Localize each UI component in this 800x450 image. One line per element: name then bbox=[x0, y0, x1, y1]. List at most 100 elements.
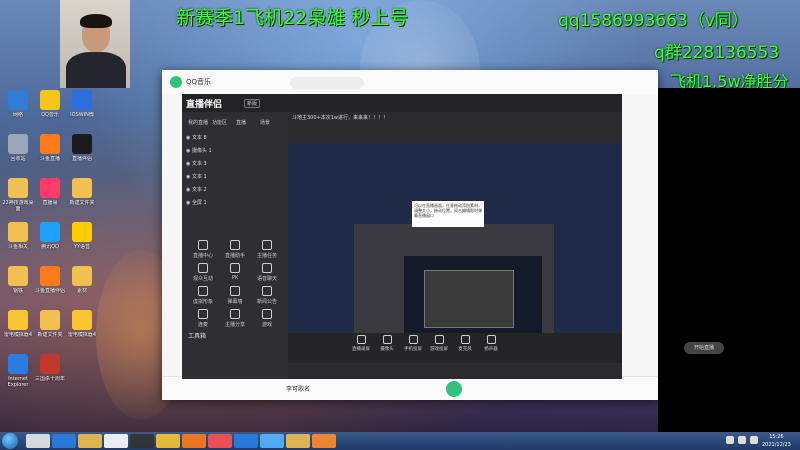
bottom-tool-icon bbox=[460, 335, 470, 344]
desktop-icon[interactable]: 直播伴侣 bbox=[66, 134, 98, 168]
desktop-app-icon bbox=[8, 310, 28, 330]
desktop-icon[interactable]: 腾讯QQ bbox=[34, 222, 66, 256]
desktop-icon-label: 回收站 bbox=[10, 156, 26, 162]
scene-row[interactable]: ◉ 文本 8 bbox=[186, 134, 284, 144]
desktop-app-icon bbox=[72, 90, 92, 110]
tool-icon bbox=[198, 240, 208, 250]
desktop-icon-label: 斗鱼直播 bbox=[39, 156, 60, 162]
desktop-icon[interactable]: 钢铁 bbox=[2, 266, 34, 300]
taskbar-app-icon[interactable] bbox=[182, 434, 206, 448]
tool-item[interactable]: PK bbox=[220, 263, 250, 281]
tool-label: 主播分享 bbox=[224, 322, 245, 328]
desktop-icon[interactable]: 新建文件夹 bbox=[66, 178, 98, 212]
desktop-icon-label: IOSWIN微 bbox=[70, 112, 94, 118]
hint-tooltip: 可以在直播画面，任意拖动添加素材，调整大小，拖动位置，双击编辑即时弹幕直播窗口 bbox=[412, 201, 484, 227]
bottom-tool[interactable]: 扬声器 bbox=[476, 335, 506, 352]
desktop-icon[interactable]: Internet Explorer bbox=[2, 354, 34, 388]
desktop-icon[interactable]: IOSWIN微 bbox=[66, 90, 98, 124]
taskbar-app-icon[interactable] bbox=[52, 434, 76, 448]
tool-icon bbox=[262, 286, 272, 296]
qq-music-logo-icon bbox=[170, 76, 182, 88]
desktop-icon[interactable]: 斗鱼相关 bbox=[2, 222, 34, 256]
desktop-icon[interactable]: 雷电模拟器4 bbox=[66, 310, 98, 344]
tool-item[interactable]: 新闻公告 bbox=[252, 286, 282, 305]
tool-item[interactable]: 语音聊天 bbox=[252, 263, 282, 282]
live-preview[interactable]: 可以在直播画面，任意拖动添加素材，调整大小，拖动位置，双击编辑即时弹幕直播窗口 bbox=[288, 143, 622, 333]
taskbar-app-icon[interactable] bbox=[260, 434, 284, 448]
nested-preview-window bbox=[424, 270, 514, 328]
desktop-icon[interactable]: 直播易 bbox=[34, 178, 66, 212]
desktop-app-icon bbox=[72, 134, 92, 154]
taskbar-app-icon[interactable] bbox=[286, 434, 310, 448]
tool-icon bbox=[262, 309, 272, 319]
scene-label: 文本 1 bbox=[191, 174, 207, 180]
desktop-app-icon bbox=[40, 222, 60, 242]
scene-label: 全屏 1 bbox=[191, 200, 207, 206]
desktop-icon[interactable]: QQ音乐 bbox=[34, 90, 66, 124]
taskbar-app-icon[interactable] bbox=[312, 434, 336, 448]
tool-item[interactable]: 虚拟形象 bbox=[188, 286, 218, 305]
taskbar-app-icon[interactable] bbox=[26, 434, 50, 448]
tool-item[interactable]: 直播助手 bbox=[220, 240, 250, 259]
taskbar-clock[interactable]: 15:26 2021/12/23 bbox=[762, 433, 791, 449]
scene-row[interactable]: ◉ 全屏 1 bbox=[186, 199, 284, 209]
live-tab[interactable]: 功能区 bbox=[212, 119, 227, 126]
taskbar-app-icon[interactable] bbox=[104, 434, 128, 448]
tool-item[interactable]: 游戏 bbox=[252, 309, 282, 328]
tool-label: PK bbox=[231, 275, 239, 281]
desktop-icon[interactable]: 22神技游戏桌面 bbox=[2, 178, 34, 212]
tool-item[interactable]: 观众互动 bbox=[188, 263, 218, 282]
scene-row[interactable]: ◉ 摄像头 1 bbox=[186, 147, 284, 157]
desktop-icon[interactable]: 素材 bbox=[66, 266, 98, 300]
desktop-icon[interactable]: 回收站 bbox=[2, 134, 34, 168]
live-companion-window[interactable]: 直播伴侣 新版 我的直播 功能区 直播 场景 ◉ 文本 8 ◉ 摄像头 1 ◉ 文本 3 ◉… bbox=[182, 94, 724, 379]
tray-volume-icon[interactable] bbox=[738, 436, 746, 444]
desktop-icon[interactable]: 斗鱼直播伴侣 bbox=[34, 266, 66, 300]
desktop-app-icon bbox=[8, 178, 28, 198]
taskbar-app-icon[interactable] bbox=[156, 434, 180, 448]
qq-music-titlebar: QQ音乐 bbox=[162, 70, 658, 94]
desktop-app-icon bbox=[72, 266, 92, 286]
desktop-app-icon bbox=[72, 178, 92, 198]
live-tab[interactable]: 我的直播 bbox=[188, 119, 208, 126]
tool-item[interactable]: 连麦 bbox=[188, 309, 218, 328]
play-pause-button[interactable] bbox=[446, 381, 462, 397]
desktop-app-icon bbox=[8, 134, 28, 154]
side-panel bbox=[658, 88, 800, 432]
tool-icon bbox=[262, 240, 272, 250]
tool-icon bbox=[262, 263, 272, 273]
desktop-icon[interactable]: 雷电模拟器4 bbox=[2, 310, 34, 344]
start-button[interactable] bbox=[2, 433, 18, 449]
desktop-icon-label: YY语音 bbox=[73, 244, 91, 250]
bottom-tool-icon bbox=[486, 335, 496, 344]
qq-music-search-input[interactable] bbox=[290, 77, 364, 89]
live-tab[interactable]: 场景 bbox=[260, 119, 270, 126]
taskbar-app-icon[interactable] bbox=[130, 434, 154, 448]
taskbar-app-icon[interactable] bbox=[234, 434, 258, 448]
desktop-icon[interactable]: YY语音 bbox=[66, 222, 98, 256]
taskbar-app-icon[interactable] bbox=[78, 434, 102, 448]
live-app-name: 直播伴侣 bbox=[186, 100, 223, 110]
tool-item[interactable]: 主播任务 bbox=[252, 240, 282, 259]
live-tab[interactable]: 直播 bbox=[236, 119, 246, 126]
bottom-tool-icon bbox=[434, 335, 444, 344]
desktop-icon[interactable]: 网络 bbox=[2, 90, 34, 124]
tool-item[interactable]: 主播分享 bbox=[220, 309, 250, 328]
scene-row[interactable]: ◉ 文本 3 bbox=[186, 160, 284, 170]
desktop-icon[interactable]: 斗鱼直播 bbox=[34, 134, 66, 168]
tray-network-icon[interactable] bbox=[726, 436, 734, 444]
scene-row[interactable]: ◉ 文本 2 bbox=[186, 186, 284, 196]
desktop-icon-label: 22神技游戏桌面 bbox=[2, 200, 34, 212]
tray-notification-icon[interactable] bbox=[750, 436, 758, 444]
tool-item[interactable]: 弹幕墙 bbox=[220, 286, 250, 305]
desktop-icon[interactable]: 三国杀十周年 bbox=[34, 354, 66, 388]
scene-row[interactable]: ◉ 文本 1 bbox=[186, 173, 284, 183]
tool-item[interactable]: 直播中心 bbox=[188, 240, 218, 259]
tool-icon bbox=[198, 309, 208, 319]
taskbar-app-icon[interactable] bbox=[208, 434, 232, 448]
qq-music-song-title: 李可歌名 bbox=[286, 386, 311, 393]
desktop-app-icon bbox=[40, 310, 60, 330]
scene-label: 文本 8 bbox=[191, 135, 207, 141]
desktop-icon[interactable]: 新建文件夹 bbox=[34, 310, 66, 344]
start-live-button[interactable]: 开始直播 bbox=[684, 342, 724, 354]
